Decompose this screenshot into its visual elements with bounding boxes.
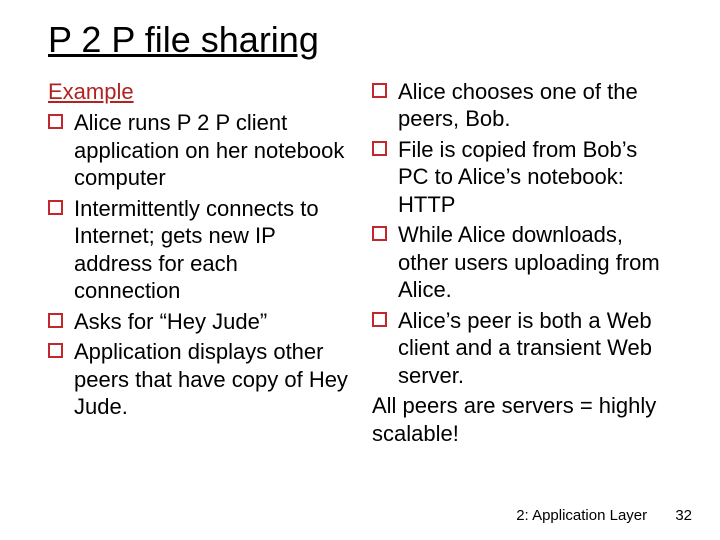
footer-chapter: 2: Application Layer <box>516 507 647 524</box>
bullet-text: Alice chooses one of the peers, Bob. <box>398 79 638 132</box>
right-column: Alice chooses one of the peers, Bob. Fil… <box>372 78 672 448</box>
list-item: File is copied from Bob’s PC to Alice’s … <box>372 136 672 219</box>
bullet-box-icon <box>48 343 63 358</box>
bullet-box-icon <box>48 114 63 129</box>
bullet-text: Asks for “Hey Jude” <box>74 309 267 334</box>
bullet-box-icon <box>372 226 387 241</box>
slide-footer: 2: Application Layer 32 <box>516 507 692 524</box>
content-columns: Example Alice runs P 2 P client applicat… <box>48 78 672 448</box>
closing-statement: All peers are servers = highly scalable! <box>372 392 672 447</box>
bullet-box-icon <box>372 141 387 156</box>
slide: P 2 P file sharing Example Alice runs P … <box>0 0 720 540</box>
list-item: Application displays other peers that ha… <box>48 338 348 421</box>
footer-page-number: 32 <box>675 507 692 524</box>
slide-title: P 2 P file sharing <box>48 20 672 60</box>
list-item: Alice’s peer is both a Web client and a … <box>372 307 672 390</box>
bullet-text: Alice runs P 2 P client application on h… <box>74 110 344 190</box>
bullet-box-icon <box>48 313 63 328</box>
example-subhead: Example <box>48 78 348 106</box>
bullet-text: Intermittently connects to Internet; get… <box>74 196 319 304</box>
bullet-box-icon <box>372 312 387 327</box>
list-item: Intermittently connects to Internet; get… <box>48 195 348 305</box>
bullet-text: Application displays other peers that ha… <box>74 339 348 419</box>
list-item: Asks for “Hey Jude” <box>48 308 348 336</box>
list-item: While Alice downloads, other users uploa… <box>372 221 672 304</box>
list-item: Alice runs P 2 P client application on h… <box>48 109 348 192</box>
list-item: Alice chooses one of the peers, Bob. <box>372 78 672 133</box>
bullet-text: Alice’s peer is both a Web client and a … <box>398 308 652 388</box>
bullet-box-icon <box>372 83 387 98</box>
bullet-text: While Alice downloads, other users uploa… <box>398 222 660 302</box>
bullet-box-icon <box>48 200 63 215</box>
left-column: Example Alice runs P 2 P client applicat… <box>48 78 348 448</box>
bullet-text: File is copied from Bob’s PC to Alice’s … <box>398 137 637 217</box>
